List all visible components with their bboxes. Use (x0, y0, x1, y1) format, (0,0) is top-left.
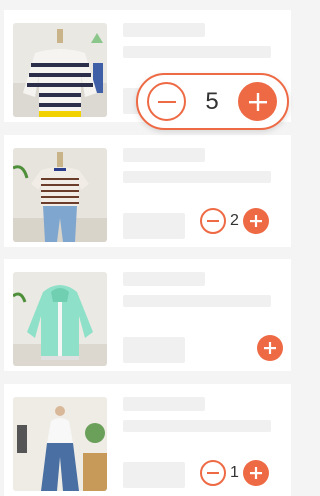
minus-circle-icon[interactable] (147, 82, 186, 121)
cart-item-card[interactable] (4, 259, 291, 371)
plus-circle-icon[interactable] (257, 335, 283, 361)
product-title-placeholder (123, 23, 205, 37)
quantity-stepper-highlighted[interactable]: 5 (136, 73, 289, 130)
product-title-placeholder (123, 397, 205, 411)
quantity-stepper[interactable] (257, 335, 283, 361)
product-price-placeholder (123, 213, 185, 239)
plus-circle-icon[interactable] (243, 208, 269, 234)
product-thumbnail[interactable] (13, 148, 107, 242)
product-subtitle-placeholder (123, 420, 271, 432)
product-subtitle-placeholder (123, 295, 271, 307)
product-thumbnail[interactable] (13, 23, 107, 117)
cart-item-list: 5 2 1 (0, 0, 291, 496)
quantity-stepper[interactable]: 2 (200, 208, 269, 234)
cart-item-card[interactable]: 2 (4, 135, 291, 247)
minus-circle-icon[interactable] (200, 460, 226, 486)
quantity-value: 1 (230, 464, 239, 481)
quantity-value: 2 (230, 212, 239, 229)
plus-circle-icon[interactable] (243, 460, 269, 486)
product-thumbnail[interactable] (13, 397, 107, 491)
product-subtitle-placeholder (123, 46, 271, 58)
minus-circle-icon[interactable] (200, 208, 226, 234)
product-price-placeholder (123, 337, 185, 363)
product-price-placeholder (123, 462, 185, 488)
cart-item-card[interactable]: 1 (4, 384, 291, 496)
product-thumbnail[interactable] (13, 272, 107, 366)
product-title-placeholder (123, 272, 205, 286)
product-title-placeholder (123, 148, 205, 162)
quantity-stepper[interactable]: 1 (200, 460, 269, 486)
product-subtitle-placeholder (123, 171, 271, 183)
plus-circle-icon[interactable] (238, 82, 277, 121)
quantity-value: 5 (205, 87, 219, 115)
